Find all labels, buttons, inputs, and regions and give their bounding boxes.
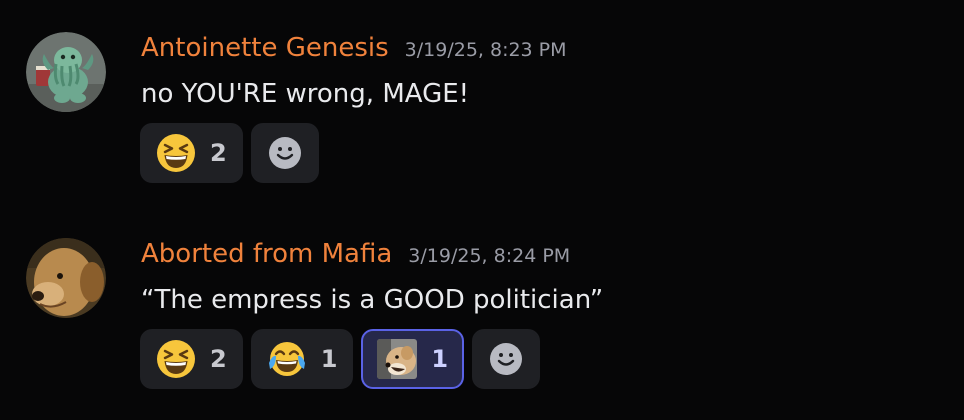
reaction-doge[interactable]: 1	[361, 329, 465, 389]
timestamp: 3/19/25, 8:23 PM	[404, 39, 567, 61]
add-reaction-button[interactable]	[472, 329, 541, 389]
reaction-laughing[interactable]: 2	[140, 123, 243, 183]
laughing-emoji-icon	[156, 339, 196, 379]
message-content: no YOU'RE wrong, MAGE!	[141, 79, 470, 109]
message-content: “The empress is a GOOD politician”	[141, 285, 604, 315]
add-reaction-icon	[268, 137, 301, 169]
avatar[interactable]	[26, 238, 106, 318]
reaction-count: 2	[210, 345, 227, 373]
reaction-laughing[interactable]: 2	[140, 329, 243, 389]
reaction-count: 2	[210, 139, 227, 167]
cthulhu-avatar-icon	[26, 32, 106, 112]
joy-emoji-icon	[267, 339, 307, 379]
reaction-bar: 2 1 1	[140, 329, 541, 389]
username[interactable]: Antoinette Genesis	[141, 30, 389, 66]
add-reaction-icon	[490, 343, 523, 375]
chat-message-list: Antoinette Genesis 3/19/25, 8:23 PM no Y…	[0, 0, 964, 420]
message-header: Antoinette Genesis 3/19/25, 8:23 PM	[141, 30, 567, 68]
reaction-count: 1	[320, 345, 338, 373]
dog-avatar-icon	[26, 238, 106, 318]
reaction-bar: 2	[140, 123, 319, 183]
doge-custom-emoji-icon	[377, 339, 418, 379]
reaction-count: 1	[431, 345, 449, 373]
add-reaction-button[interactable]	[250, 123, 319, 183]
avatar[interactable]	[26, 32, 106, 112]
username[interactable]: Aborted from Mafia	[141, 236, 392, 272]
message-header: Aborted from Mafia 3/19/25, 8:24 PM	[141, 236, 570, 274]
laughing-emoji-icon	[156, 133, 196, 173]
reaction-joy[interactable]: 1	[250, 329, 354, 389]
timestamp: 3/19/25, 8:24 PM	[408, 245, 571, 267]
